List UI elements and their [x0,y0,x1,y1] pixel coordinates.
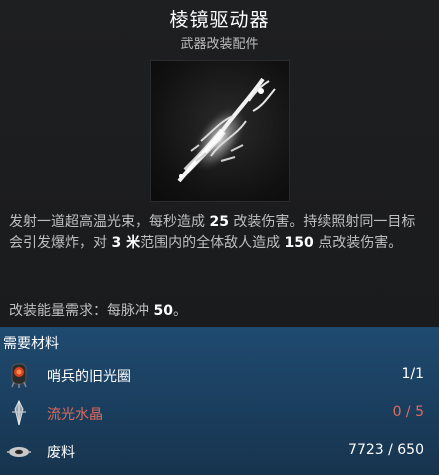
material-row-flowing-crystal[interactable]: 流光水晶 0 / 5 [0,399,439,429]
materials-header: 需要材料 [3,336,59,352]
item-title: 棱镜驱动器 [169,9,270,31]
crystal-icon [6,399,32,426]
scrap-icon [6,438,32,464]
energy-requirement: 改装能量需求：每脉冲 50。 [9,300,429,320]
item-detail-panel: 棱镜驱动器 武器改装配件 发射一道超高温光束，每秒造成 25 改装伤害。持续照射… [0,0,439,327]
description-text: 范围内的全体敌人造成 [140,235,285,251]
explosion-damage-value: 150 [284,235,314,251]
material-name: 废料 [47,445,75,461]
material-count: 0 / 5 [392,404,424,420]
item-description: 发射一道超高温光束，每秒造成 25 改装伤害。持续照射同一目标会引发爆炸，对 3… [9,212,429,254]
energy-suffix: 。 [172,303,187,319]
material-row-scrap[interactable]: 废料 7723 / 650 [0,437,439,467]
prism-drive-icon [177,77,276,183]
sentinel-aperture-icon [6,362,32,388]
item-category: 武器改装配件 [180,37,259,52]
required-materials-panel: 需要材料 哨兵的旧光圈 1/1 流光水晶 0 / 5 废料 7723 / 650 [0,327,439,475]
material-row-sentinel-aperture[interactable]: 哨兵的旧光圈 1/1 [0,361,439,391]
material-count: 7723 / 650 [348,442,424,458]
description-text: 点改装伤害。 [313,235,403,251]
energy-label: 改装能量需求：每脉冲 [9,303,154,319]
item-image [150,60,290,202]
energy-value: 50 [153,303,173,319]
explosion-range-value: 3 米 [111,235,141,251]
damage-per-second-value: 25 [209,214,229,230]
material-name: 流光水晶 [47,407,103,423]
description-text: 发射一道超高温光束，每秒造成 [9,214,210,230]
material-count: 1/1 [401,366,424,382]
material-name: 哨兵的旧光圈 [47,369,131,385]
